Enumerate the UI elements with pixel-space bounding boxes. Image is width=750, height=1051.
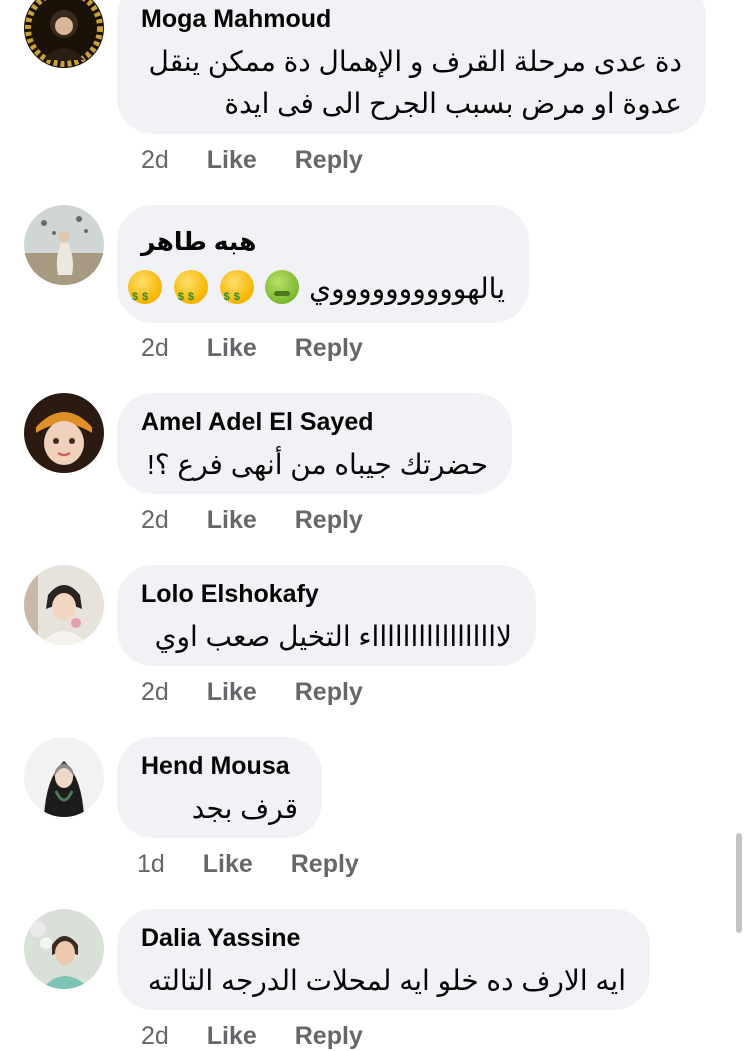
reply-button[interactable]: Reply (295, 146, 363, 174)
comment-author[interactable]: Amel Adel El Sayed (141, 407, 374, 437)
comment-author[interactable]: هبه طاهر (141, 227, 256, 257)
comment-actions: 2d Like Reply (141, 145, 363, 175)
comment-text: لاااااااااااااااااء التخيل صعب اوي (154, 621, 512, 652)
comment-timestamp[interactable]: 2d (141, 678, 169, 706)
like-button[interactable]: Like (207, 334, 257, 362)
avatar[interactable] (24, 205, 104, 285)
comment-text: يالهووووووووووي (126, 269, 505, 317)
reply-button[interactable]: Reply (291, 850, 359, 878)
comment-timestamp[interactable]: 2d (141, 334, 169, 362)
scrollbar-thumb[interactable] (736, 833, 742, 933)
money-mouth-face-icon (128, 270, 163, 317)
comment-bubble: Moga Mahmoud دة عدى مرحلة القرف و الإهما… (117, 0, 706, 134)
nauseated-face-icon (265, 270, 300, 304)
like-button[interactable]: Like (207, 678, 257, 706)
comment-bubble: Amel Adel El Sayed حضرتك جيباه من أنهى ف… (117, 393, 512, 494)
comment-author[interactable]: Hend Mousa (141, 751, 290, 781)
comment-actions: 2d Like Reply (141, 677, 363, 707)
like-button[interactable]: Like (207, 1022, 257, 1050)
reply-button[interactable]: Reply (295, 678, 363, 706)
comment-text: ايه الارف ده خلو ايه لمحلات الدرجه التال… (147, 965, 626, 996)
comment-bubble: هبه طاهر يالهووووووووووي (117, 205, 529, 323)
comment-text: حضرتك جيباه من أنهى فرع ؟! (146, 449, 488, 480)
like-button[interactable]: Like (203, 850, 253, 878)
comment-author[interactable]: Moga Mahmoud (141, 4, 331, 34)
comment-bubble: Hend Mousa قرف بجد (117, 737, 322, 838)
comment-bubble: Lolo Elshokafy لاااااااااااااااااء التخي… (117, 565, 536, 666)
avatar[interactable] (24, 737, 104, 817)
money-mouth-face-icon (173, 270, 208, 317)
avatar[interactable] (24, 909, 104, 989)
comment-author[interactable]: Lolo Elshokafy (141, 579, 319, 609)
comment-actions: 2d Like Reply (141, 1021, 363, 1051)
comment-text: قرف بجد (191, 793, 298, 824)
reply-button[interactable]: Reply (295, 334, 363, 362)
reply-button[interactable]: Reply (295, 506, 363, 534)
like-button[interactable]: Like (207, 506, 257, 534)
avatar[interactable] (24, 393, 104, 473)
comment-author[interactable]: Dalia Yassine (141, 923, 300, 953)
comment-actions: 1d Like Reply (137, 849, 359, 879)
money-mouth-face-icon (219, 270, 254, 317)
comment-text: دة عدى مرحلة القرف و الإهمال دة ممكن ينق… (148, 46, 683, 77)
comment-timestamp[interactable]: 2d (141, 146, 169, 174)
comment-text: عدوة او مرض بسبب الجرح الى فى ايدة (224, 88, 682, 119)
avatar[interactable] (24, 0, 104, 68)
avatar[interactable] (24, 565, 104, 645)
comment-timestamp[interactable]: 1d (137, 850, 165, 878)
comment-text-content: يالهووووووووووي (309, 273, 505, 304)
comment-actions: 2d Like Reply (141, 333, 363, 363)
reply-button[interactable]: Reply (295, 1022, 363, 1050)
like-button[interactable]: Like (207, 146, 257, 174)
comment-timestamp[interactable]: 2d (141, 1022, 169, 1050)
comment-timestamp[interactable]: 2d (141, 506, 169, 534)
comment-bubble: Dalia Yassine ايه الارف ده خلو ايه لمحلا… (117, 909, 650, 1010)
comment-actions: 2d Like Reply (141, 505, 363, 535)
